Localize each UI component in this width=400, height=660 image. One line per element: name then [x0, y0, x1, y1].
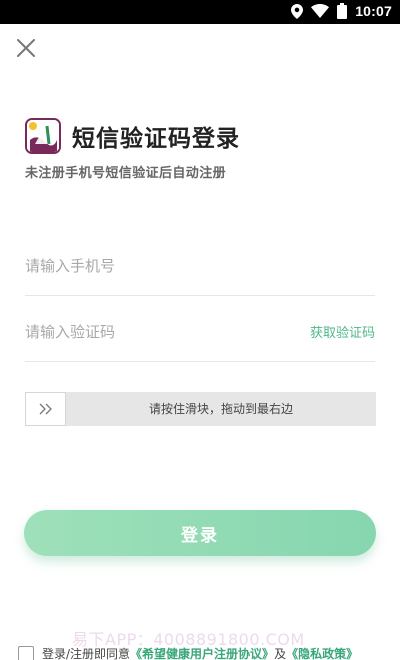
slide-captcha: 请按住滑块，拖动到最右边 — [25, 392, 376, 426]
agreement-prefix: 登录/注册即同意 — [42, 647, 131, 660]
battery-icon — [337, 3, 348, 19]
close-icon — [17, 39, 35, 57]
app-logo-icon — [27, 120, 59, 152]
verification-code-input[interactable] — [25, 322, 265, 341]
get-code-button[interactable]: 获取验证码 — [310, 322, 375, 341]
page-title: 短信验证码登录 — [72, 126, 240, 152]
app-logo — [25, 118, 61, 154]
brand-header: 短信验证码登录 — [25, 118, 240, 154]
status-bar: 10:07 — [0, 0, 400, 24]
close-button[interactable] — [14, 36, 38, 60]
agreement-checkbox[interactable] — [18, 645, 34, 660]
wifi-icon — [311, 4, 330, 18]
agreement-row: 登录/注册即同意 《希望健康用户注册协议》 及 《隐私政策》 — [18, 645, 358, 660]
privacy-policy-link[interactable]: 《隐私政策》 — [286, 645, 358, 660]
phone-field-row — [25, 236, 375, 296]
page-subtitle: 未注册手机号短信验证后自动注册 — [25, 166, 227, 181]
double-chevron-right-icon — [39, 403, 52, 415]
status-time: 10:07 — [355, 3, 392, 19]
slider-handle[interactable] — [25, 392, 66, 426]
user-agreement-link[interactable]: 《希望健康用户注册协议》 — [130, 645, 274, 660]
location-icon — [291, 3, 304, 19]
login-button[interactable]: 登录 — [24, 510, 376, 556]
agreement-conjunction: 及 — [274, 647, 287, 660]
code-field-row: 获取验证码 — [25, 302, 375, 362]
slider-hint: 请按住滑块，拖动到最右边 — [148, 402, 293, 416]
status-icons: 10:07 — [291, 3, 392, 19]
phone-input[interactable] — [25, 256, 265, 275]
